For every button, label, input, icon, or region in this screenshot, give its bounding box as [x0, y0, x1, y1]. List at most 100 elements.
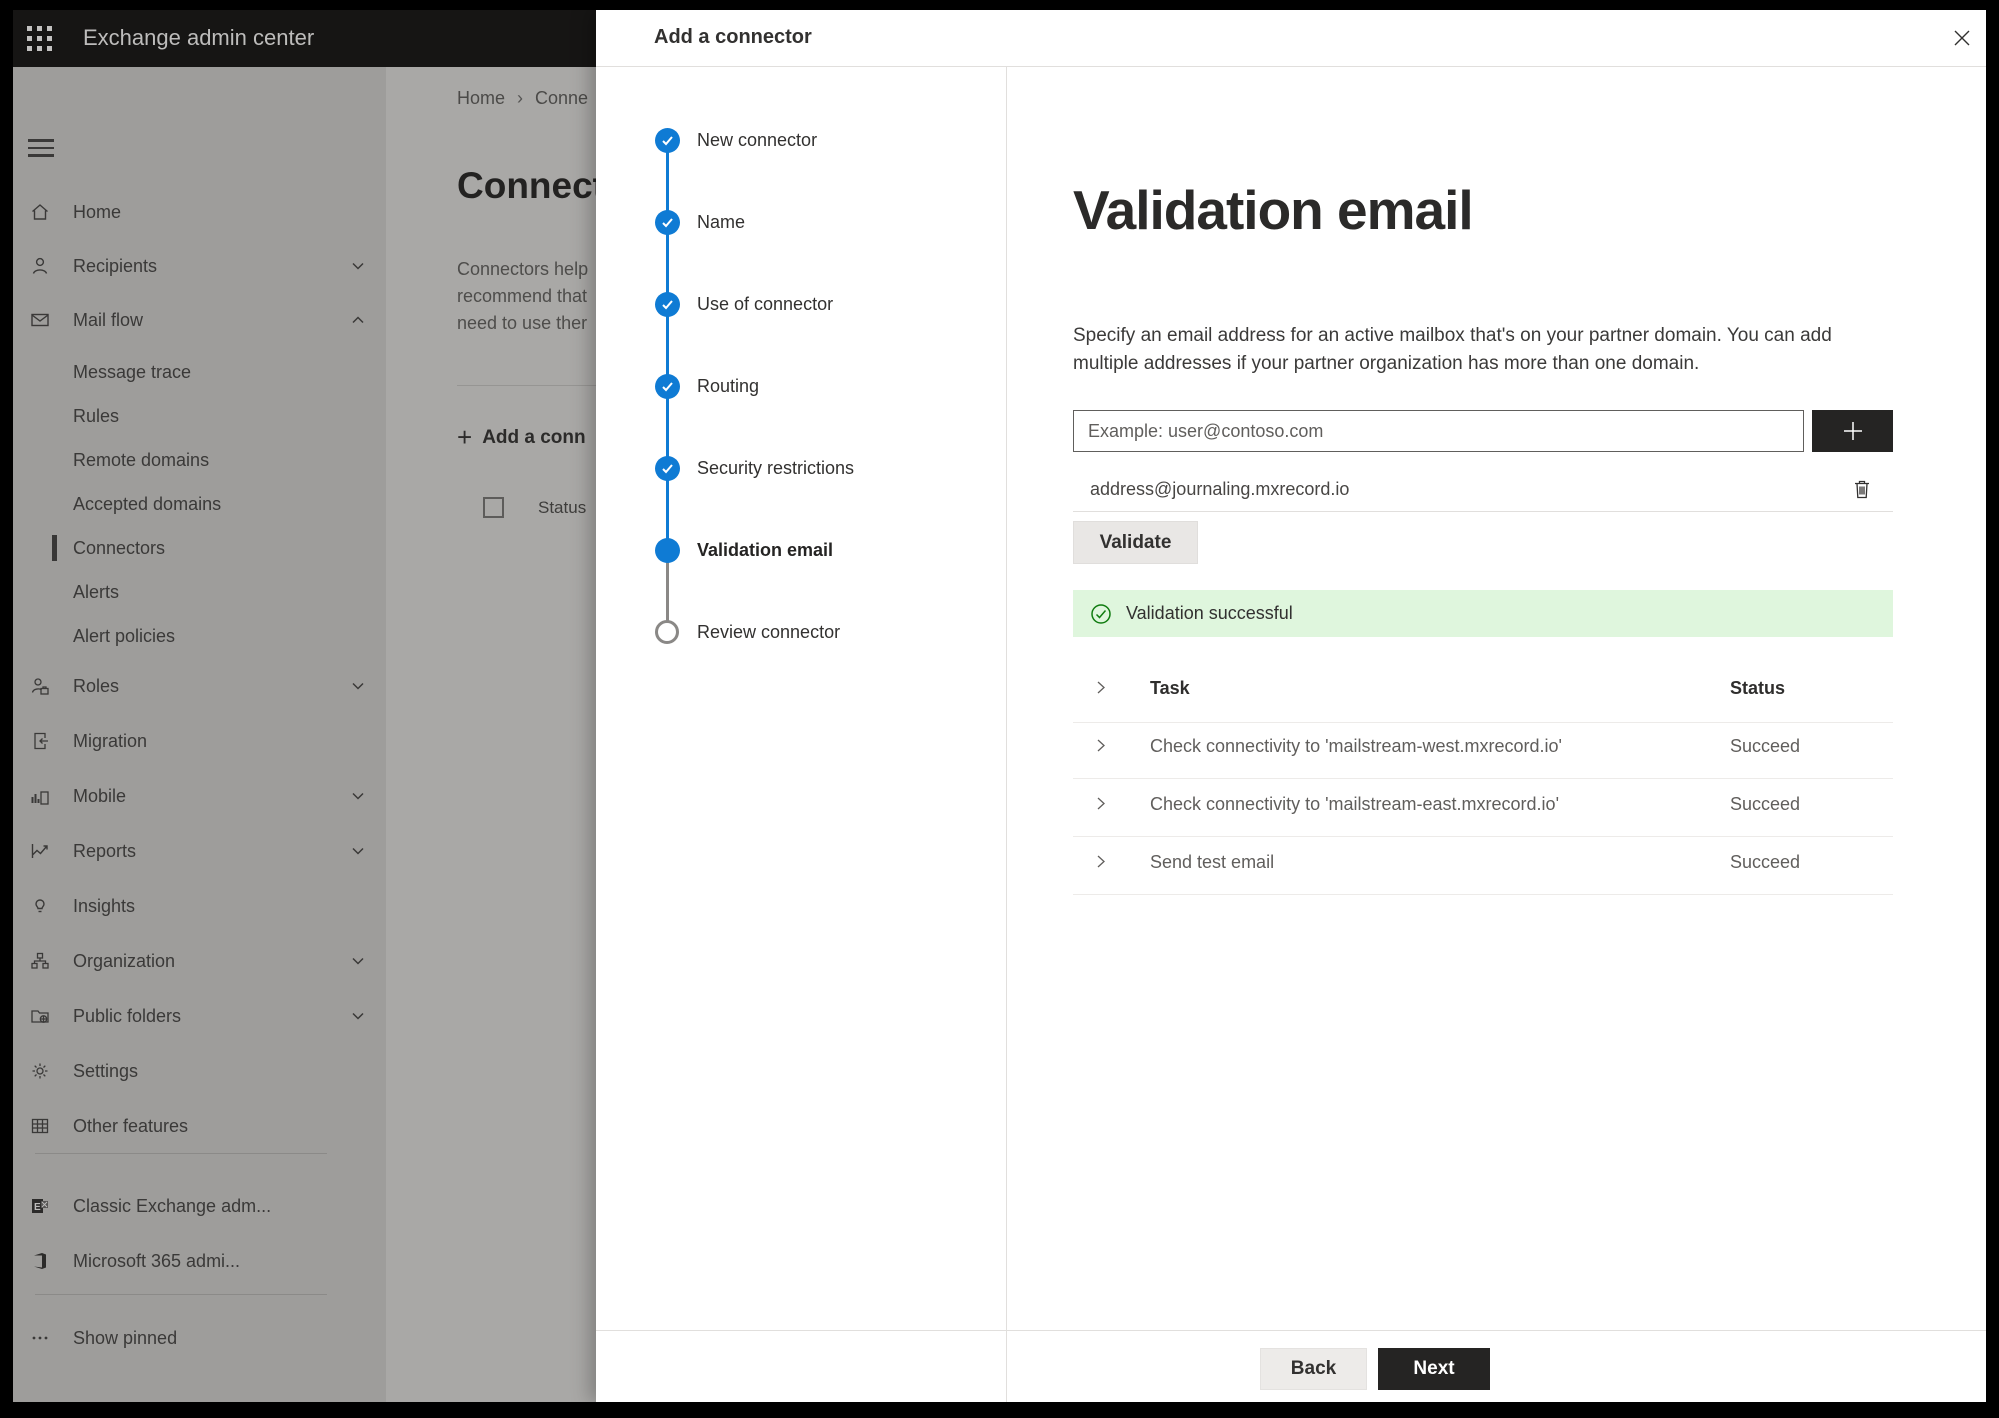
- task-cell: Check connectivity to 'mailstream-west.m…: [1150, 736, 1562, 756]
- sidebar-item-mail-flow[interactable]: Mail flow: [13, 300, 386, 340]
- sidebar-item-mobile[interactable]: Mobile: [13, 776, 386, 816]
- add-connector-button[interactable]: + Add a conn: [457, 422, 586, 453]
- step-completed-icon: [655, 455, 680, 481]
- status-cell: Succeed: [1730, 794, 1801, 814]
- sidebar-divider: [35, 1153, 327, 1154]
- breadcrumb-separator: ›: [517, 88, 524, 108]
- sidebar-item-home[interactable]: Home: [13, 192, 386, 232]
- status-column-header: Status: [538, 498, 587, 517]
- delete-address-icon[interactable]: [1849, 476, 1875, 502]
- migration-icon: [28, 729, 52, 753]
- expand-row-chevron-icon[interactable]: [1093, 796, 1108, 811]
- status-cell: Succeed: [1730, 736, 1801, 756]
- table-divider: [1073, 778, 1893, 779]
- select-all-checkbox[interactable]: [483, 497, 504, 518]
- step-security-restrictions[interactable]: Security restrictions: [596, 452, 996, 484]
- nav-collapse-icon[interactable]: [28, 139, 54, 157]
- gear-icon: [28, 1059, 52, 1083]
- sidebar-item-alert-policies[interactable]: Alert policies: [13, 616, 386, 656]
- step-name[interactable]: Name: [596, 206, 996, 238]
- sidebar-item-microsoft-365-admin[interactable]: Microsoft 365 admi...: [13, 1241, 386, 1281]
- app-title: Exchange admin center: [83, 25, 315, 50]
- sidebar-item-migration[interactable]: Migration: [13, 721, 386, 761]
- org-chart-icon: [28, 949, 52, 973]
- step-validation-email[interactable]: Validation email: [596, 534, 996, 566]
- chevron-down-icon: [351, 679, 365, 693]
- wizard-divider: [1006, 67, 1007, 1402]
- step-completed-icon: [655, 209, 680, 235]
- intro-text-line: need to use ther: [457, 313, 588, 333]
- step-completed-icon: [655, 127, 680, 153]
- app-launcher-icon[interactable]: [27, 26, 53, 52]
- exchange-logo-icon: E: [28, 1194, 52, 1218]
- sidebar-item-recipients[interactable]: Recipients: [13, 246, 386, 286]
- left-nav: Home Recipients Mail flow Message trace …: [13, 67, 386, 1402]
- step-new-connector[interactable]: New connector: [596, 124, 996, 156]
- public-folder-icon: [28, 1004, 52, 1028]
- expand-row-chevron-icon[interactable]: [1093, 854, 1108, 869]
- sidebar-item-other-features[interactable]: Other features: [13, 1106, 386, 1146]
- next-button[interactable]: Next: [1378, 1348, 1490, 1390]
- reports-icon: [28, 839, 52, 863]
- chevron-down-icon: [351, 844, 365, 858]
- step-current-icon: [655, 537, 680, 563]
- mobile-icon: [28, 784, 52, 808]
- header-divider: [596, 66, 1986, 67]
- sidebar-item-show-pinned[interactable]: Show pinned: [13, 1318, 386, 1358]
- step-use-of-connector[interactable]: Use of connector: [596, 288, 996, 320]
- sidebar-item-connectors[interactable]: Connectors: [13, 528, 386, 568]
- mail-icon: [28, 308, 52, 332]
- roles-icon: [28, 674, 52, 698]
- sidebar-item-rules[interactable]: Rules: [13, 396, 386, 436]
- sidebar-item-public-folders[interactable]: Public folders: [13, 996, 386, 1036]
- sidebar-item-insights[interactable]: Insights: [13, 886, 386, 926]
- selected-indicator: [52, 535, 57, 561]
- banner-text: Validation successful: [1126, 603, 1293, 623]
- table-divider: [1073, 894, 1893, 895]
- sidebar-item-remote-domains[interactable]: Remote domains: [13, 440, 386, 480]
- step-review-connector[interactable]: Review connector: [596, 616, 996, 648]
- validate-button[interactable]: Validate: [1073, 521, 1198, 564]
- home-icon: [28, 200, 52, 224]
- sidebar-item-accepted-domains[interactable]: Accepted domains: [13, 484, 386, 524]
- ellipsis-icon: [28, 1326, 52, 1350]
- sidebar-item-alerts[interactable]: Alerts: [13, 572, 386, 612]
- panel-title: Add a connector: [654, 26, 812, 48]
- app-window: Exchange admin center Home Recipients Ma…: [13, 10, 1986, 1402]
- divider: [457, 385, 596, 386]
- office-logo-icon: [28, 1249, 52, 1273]
- expand-row-chevron-icon[interactable]: [1093, 738, 1108, 753]
- sidebar-item-reports[interactable]: Reports: [13, 831, 386, 871]
- sidebar-item-message-trace[interactable]: Message trace: [13, 352, 386, 392]
- status-column-header: Status: [1730, 678, 1786, 698]
- lightbulb-icon: [28, 894, 52, 918]
- step-connector-line-completed: [666, 140, 669, 550]
- breadcrumb-home-link[interactable]: Home: [457, 88, 505, 108]
- close-icon[interactable]: [1944, 20, 1980, 56]
- back-button[interactable]: Back: [1260, 1348, 1367, 1390]
- chevron-down-icon: [351, 789, 365, 803]
- validation-success-banner: Validation successful: [1073, 590, 1893, 637]
- chevron-up-icon: [351, 313, 365, 327]
- sidebar-item-organization[interactable]: Organization: [13, 941, 386, 981]
- table-grid-icon: [28, 1114, 52, 1138]
- chevron-down-icon: [351, 259, 365, 273]
- sidebar-item-roles[interactable]: Roles: [13, 666, 386, 706]
- connectors-page-background: Home › Conne Connect Connectors help recom…: [386, 67, 596, 1402]
- breadcrumb-current: Conne: [535, 88, 589, 108]
- table-divider: [1073, 836, 1893, 837]
- expand-all-chevron-icon[interactable]: [1093, 680, 1108, 695]
- step-routing[interactable]: Routing: [596, 370, 996, 402]
- task-cell: Check connectivity to 'mailstream-east.m…: [1150, 794, 1560, 814]
- svg-text:E: E: [34, 1202, 41, 1213]
- add-address-button[interactable]: [1812, 410, 1893, 452]
- sidebar-item-settings[interactable]: Settings: [13, 1051, 386, 1091]
- person-icon: [28, 254, 52, 278]
- sidebar-divider: [35, 1294, 327, 1295]
- email-address-input[interactable]: [1073, 410, 1804, 452]
- task-cell: Send test email: [1150, 852, 1275, 872]
- task-column-header: Task: [1150, 678, 1190, 698]
- intro-text-line: recommend that: [457, 286, 588, 306]
- sidebar-item-classic-exchange-admin[interactable]: E Classic Exchange adm...: [13, 1186, 386, 1226]
- breadcrumb: Home › Conne: [457, 88, 588, 109]
